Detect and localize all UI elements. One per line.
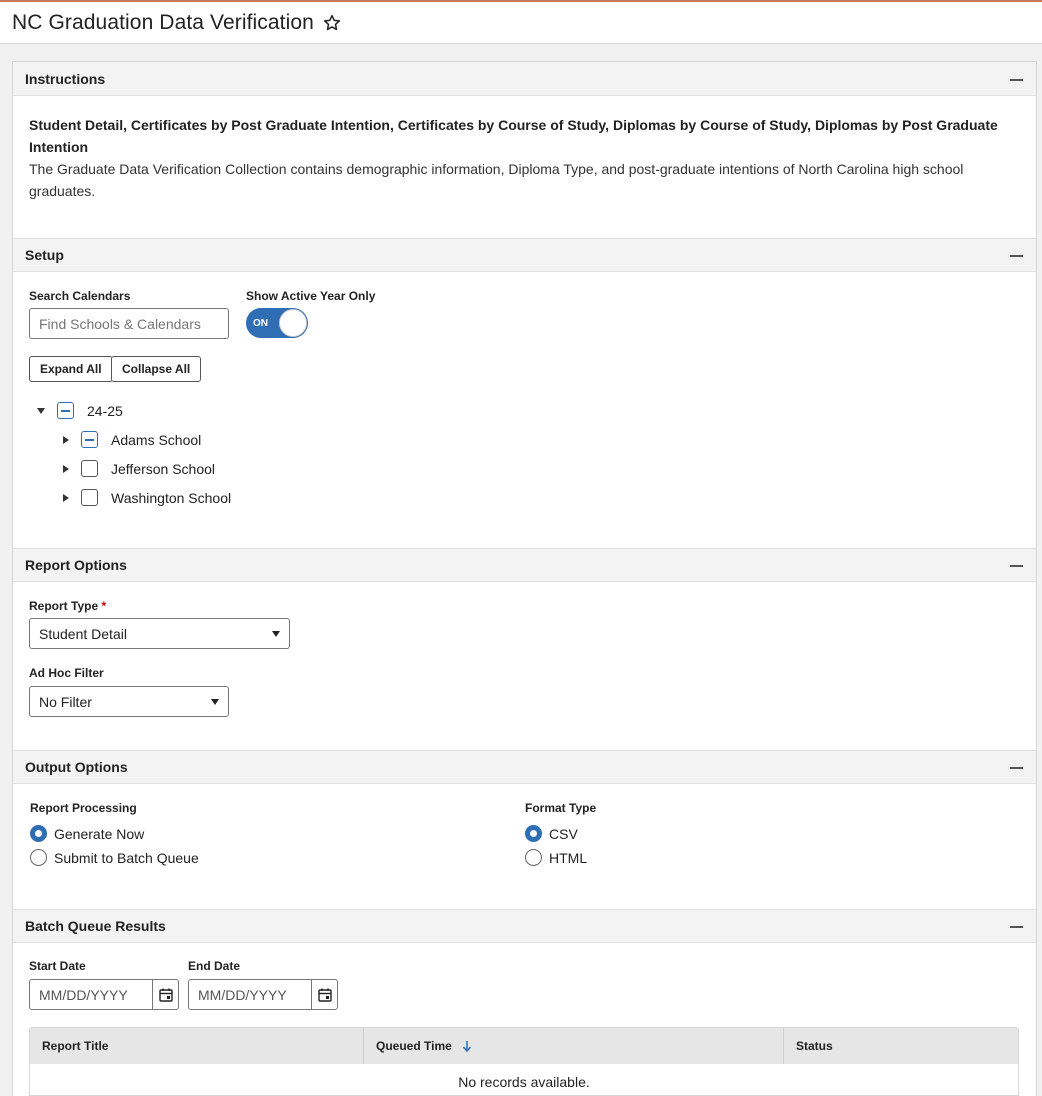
active-year-toggle[interactable]: ON	[246, 308, 308, 338]
caret-right-icon[interactable]	[63, 464, 69, 473]
radio-label: CSV	[549, 825, 578, 842]
minus-icon[interactable]	[1010, 919, 1024, 933]
school-checkbox[interactable]	[81, 460, 98, 477]
batch-queue-section-header[interactable]: Batch Queue Results	[13, 909, 1036, 943]
column-status[interactable]: Status	[784, 1028, 1018, 1064]
show-active-year-label: Show Active Year Only	[246, 289, 376, 303]
html-option[interactable]: HTML	[525, 849, 587, 866]
report-options-section-header[interactable]: Report Options	[13, 548, 1036, 582]
section-title: Batch Queue Results	[25, 918, 166, 934]
tree-item-year[interactable]: 24-25	[37, 402, 123, 419]
output-options-section-header[interactable]: Output Options	[13, 750, 1036, 784]
collapse-all-button[interactable]: Collapse All	[111, 356, 202, 382]
minus-icon[interactable]	[1010, 558, 1024, 572]
dropdown-arrow-icon	[272, 630, 280, 637]
radio-label: Submit to Batch Queue	[54, 849, 199, 866]
column-label: Queued Time	[376, 1039, 452, 1053]
csv-option[interactable]: CSV	[525, 825, 578, 842]
radio-button[interactable]	[525, 849, 542, 866]
page-header: NC Graduation Data Verification	[0, 2, 1042, 44]
toggle-state: ON	[253, 317, 268, 329]
radio-label: HTML	[549, 849, 588, 866]
setup-body: Search Calendars Show Active Year Only O…	[13, 272, 1036, 548]
tree-item-washington-school[interactable]: Washington School	[63, 489, 231, 506]
report-options-body: Report Type * Student Detail Ad Hoc Filt…	[13, 582, 1036, 750]
instructions-section-header[interactable]: Instructions	[13, 62, 1036, 96]
tree-item-label: Adams School	[111, 431, 202, 448]
school-checkbox[interactable]	[81, 489, 98, 506]
grid-header: Report Title Queued Time Status	[30, 1028, 1018, 1064]
expand-all-button[interactable]: Expand All	[29, 356, 113, 382]
minus-icon[interactable]	[1010, 760, 1024, 774]
tree-item-label: Jefferson School	[111, 460, 216, 477]
end-date-label: End Date	[188, 959, 241, 973]
radio-label: Generate Now	[54, 825, 145, 842]
star-outline-icon[interactable]	[322, 13, 342, 33]
dropdown-arrow-icon	[211, 698, 219, 705]
section-title: Instructions	[25, 70, 106, 87]
report-processing-label: Report Processing	[30, 801, 137, 815]
page-title: NC Graduation Data Verification	[12, 10, 314, 34]
column-report-title[interactable]: Report Title	[30, 1028, 364, 1064]
search-calendars-input[interactable]	[29, 308, 229, 339]
radio-button[interactable]	[30, 849, 47, 866]
report-type-label: Report Type *	[29, 599, 106, 613]
section-title: Output Options	[25, 759, 128, 775]
report-type-select[interactable]: Student Detail	[29, 618, 290, 649]
radio-button[interactable]	[525, 825, 542, 842]
generate-now-option[interactable]: Generate Now	[30, 825, 144, 842]
adhoc-filter-label: Ad Hoc Filter	[29, 666, 104, 680]
caret-right-icon[interactable]	[63, 435, 69, 444]
required-marker: *	[101, 599, 107, 613]
radio-button[interactable]	[30, 825, 47, 842]
toggle-knob	[279, 309, 307, 337]
instructions-text: The Graduate Data Verification Collectio…	[29, 161, 964, 199]
instructions-body: Student Detail, Certificates by Post Gra…	[13, 96, 1036, 238]
minus-icon[interactable]	[1010, 248, 1024, 262]
caret-down-icon[interactable]	[37, 407, 45, 414]
section-title: Setup	[25, 247, 64, 263]
date-input[interactable]: MM/DD/YYYY	[189, 980, 311, 1009]
setup-section-header[interactable]: Setup	[13, 238, 1036, 272]
instructions-heading: Student Detail, Certificates by Post Gra…	[29, 117, 998, 155]
batch-queue-grid: Report Title Queued Time Status No recor…	[29, 1027, 1019, 1096]
section-title: Report Options	[25, 557, 127, 573]
format-type-label: Format Type	[525, 801, 597, 815]
end-date-field[interactable]: MM/DD/YYYY	[188, 979, 338, 1010]
tree-item-adams-school[interactable]: Adams School	[63, 431, 201, 448]
minus-icon[interactable]	[1010, 72, 1024, 86]
date-input[interactable]: MM/DD/YYYY	[30, 980, 152, 1009]
calendar-icon[interactable]	[152, 980, 178, 1009]
calendar-icon[interactable]	[311, 980, 337, 1009]
output-options-body: Report Processing Generate Now Submit to…	[13, 784, 1036, 909]
tree-item-label: Washington School	[111, 489, 232, 506]
empty-grid-message: No records available.	[458, 1074, 590, 1090]
arrow-down-icon	[462, 1040, 472, 1052]
select-value: Student Detail	[39, 625, 127, 642]
column-queued-time[interactable]: Queued Time	[364, 1028, 784, 1064]
school-checkbox[interactable]	[81, 431, 98, 448]
tree-item-label: 24-25	[87, 402, 123, 419]
start-date-field[interactable]: MM/DD/YYYY	[29, 979, 179, 1010]
start-date-label: Start Date	[29, 959, 86, 973]
tree-item-jefferson-school[interactable]: Jefferson School	[63, 460, 215, 477]
submit-to-batch-queue-option[interactable]: Submit to Batch Queue	[30, 849, 199, 866]
search-calendars-label: Search Calendars	[29, 289, 131, 303]
report-panel: Instructions Student Detail, Certificate…	[12, 61, 1037, 1096]
select-value: No Filter	[39, 693, 92, 710]
caret-right-icon[interactable]	[63, 493, 69, 502]
year-checkbox[interactable]	[57, 402, 74, 419]
adhoc-filter-select[interactable]: No Filter	[29, 686, 229, 717]
report-type-label-text: Report Type	[29, 599, 99, 613]
